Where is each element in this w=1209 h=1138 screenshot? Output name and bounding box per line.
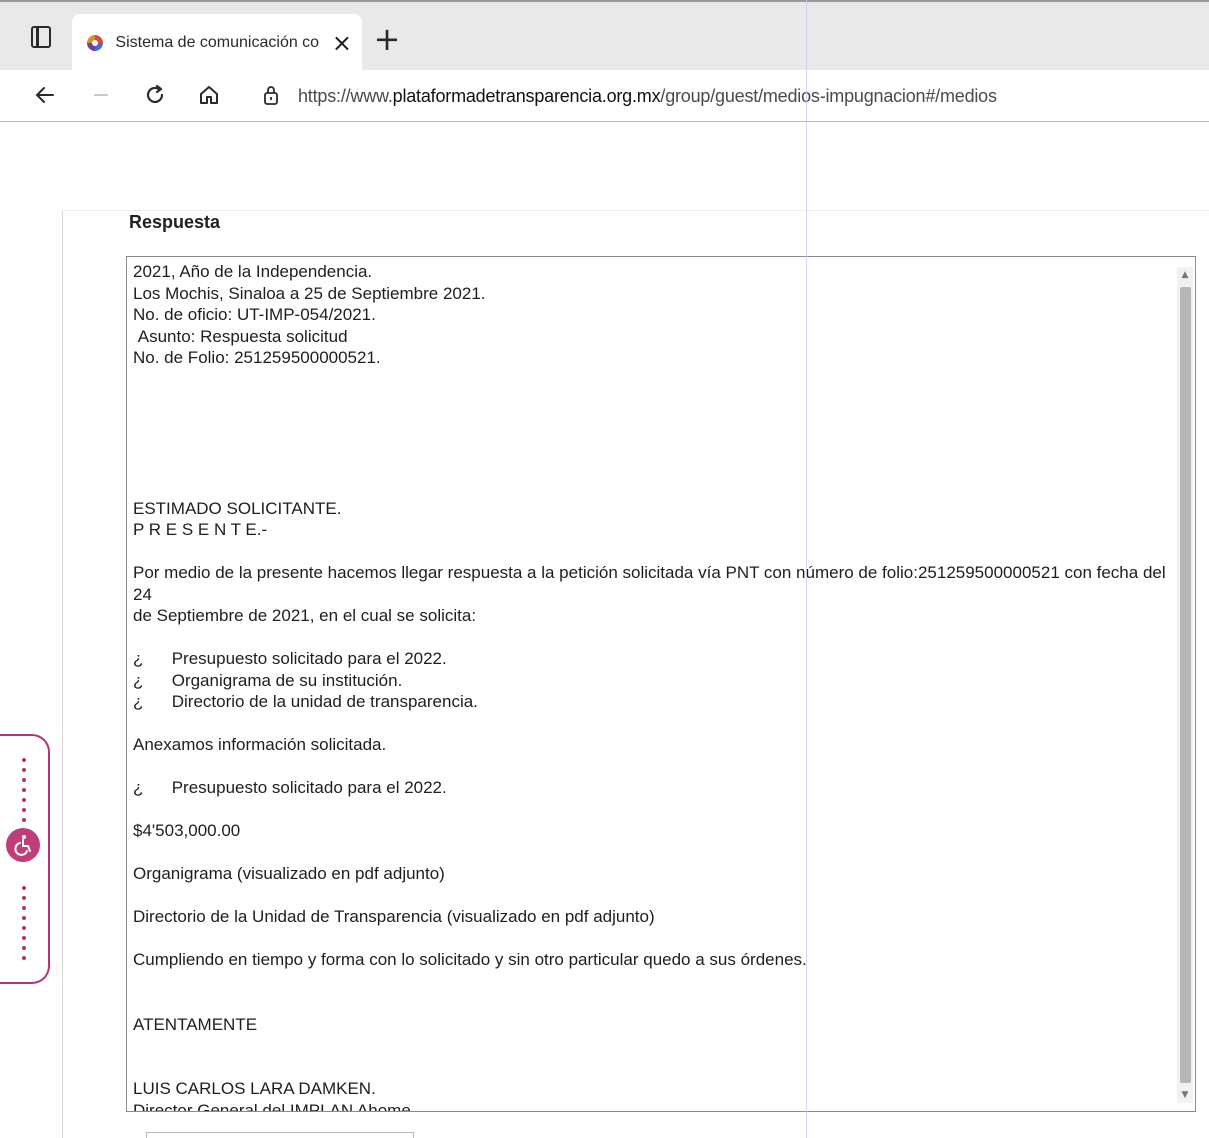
url-path: /group/guest/medios-impugnacion#/medios: [660, 86, 997, 106]
response-line: LUIS CARLOS LARA DAMKEN.: [133, 1079, 376, 1098]
scroll-up-icon[interactable]: ▲: [1177, 267, 1193, 283]
section-label-respuesta: Respuesta: [129, 212, 221, 232]
response-line: Los Mochis, Sinaloa a 25 de Septiembre 2…: [133, 283, 486, 303]
content-left-border: [62, 210, 63, 1138]
home-icon: [200, 86, 218, 104]
accessibility-icon[interactable]: [6, 828, 40, 862]
response-line: ¿ Organigrama de su institución.: [133, 670, 403, 690]
tab-actions-button[interactable]: [24, 20, 58, 54]
arrow-right-icon: [94, 94, 108, 96]
scroll-down-icon[interactable]: ▼: [1177, 1087, 1193, 1103]
new-tab-button[interactable]: +: [370, 23, 404, 58]
back-button[interactable]: [28, 78, 62, 112]
response-line: ¿ Presupuesto solicitado para el 2022.: [133, 778, 447, 797]
response-line: Directorio de la Unidad de Transparencia…: [133, 907, 655, 926]
response-textarea[interactable]: 2021, Año de la Independencia. Los Mochi…: [126, 256, 1196, 1112]
forward-button[interactable]: [84, 78, 118, 112]
site-info-button[interactable]: [254, 78, 288, 112]
accessibility-widget[interactable]: [0, 734, 50, 984]
scrollbar-thumb[interactable]: [1180, 287, 1191, 1083]
response-line: Asunto: Respuesta solicitud: [133, 326, 348, 346]
url-host: plataformadetransparencia.org.mx: [392, 86, 661, 106]
arrow-left-icon: [35, 87, 54, 103]
scan-artifact-line: [806, 0, 807, 1138]
close-tab-icon[interactable]: ×: [332, 31, 352, 55]
response-line: No. de Folio: 251259500000521.: [133, 348, 381, 367]
scrollbar[interactable]: ▲ ▼: [1177, 267, 1193, 1103]
response-line: Organigrama (visualizado en pdf adjunto): [133, 864, 445, 883]
response-line: Anexamos información solicitada.: [133, 735, 387, 754]
response-line: 2021, Año de la Independencia.: [133, 262, 373, 281]
response-line: P R E S E N T E.-: [133, 520, 268, 539]
address-bar-row: https://www.plataformadetransparencia.or…: [0, 70, 1209, 122]
tab-title: Sistema de comunicación con lo: [115, 34, 320, 51]
lock-icon: [264, 86, 278, 105]
page-divider: [64, 210, 1209, 211]
drag-handle-bottom[interactable]: [22, 886, 26, 960]
drag-handle-top[interactable]: [22, 758, 26, 822]
site-favicon-icon: [84, 32, 105, 54]
response-line: Director General del IMPLAN Ahome.: [133, 1100, 416, 1112]
response-text: 2021, Año de la Independencia. Los Mochi…: [133, 261, 1173, 1112]
reload-button[interactable]: [138, 78, 172, 112]
url-field[interactable]: https://www.plataformadetransparencia.or…: [298, 86, 997, 107]
response-line: ¿ Directorio de la unidad de transparenc…: [133, 692, 478, 711]
response-line: de Septiembre de 2021, en el cual se sol…: [133, 606, 477, 625]
response-line: No. de oficio: UT-IMP-054/2021.: [133, 305, 376, 324]
response-line: $4'503,000.00: [133, 821, 241, 840]
response-line: Cumpliendo en tiempo y forma con lo soli…: [133, 950, 807, 969]
tab-strip: Sistema de comunicación con lo × +: [0, 0, 1209, 72]
next-field-edge: [146, 1132, 414, 1138]
response-line: ESTIMADO SOLICITANTE.: [133, 498, 342, 518]
response-line: Por medio de la presente hacemos llegar …: [133, 563, 1171, 604]
reload-icon: [146, 84, 164, 104]
browser-tab[interactable]: Sistema de comunicación con lo ×: [72, 14, 362, 72]
sidebar-panel-icon: [31, 26, 51, 48]
home-button[interactable]: [192, 78, 226, 112]
response-line: ATENTAMENTE: [133, 1014, 258, 1034]
url-scheme: https://www.: [298, 86, 393, 106]
response-line: ¿ Presupuesto solicitado para el 2022.: [133, 649, 447, 668]
